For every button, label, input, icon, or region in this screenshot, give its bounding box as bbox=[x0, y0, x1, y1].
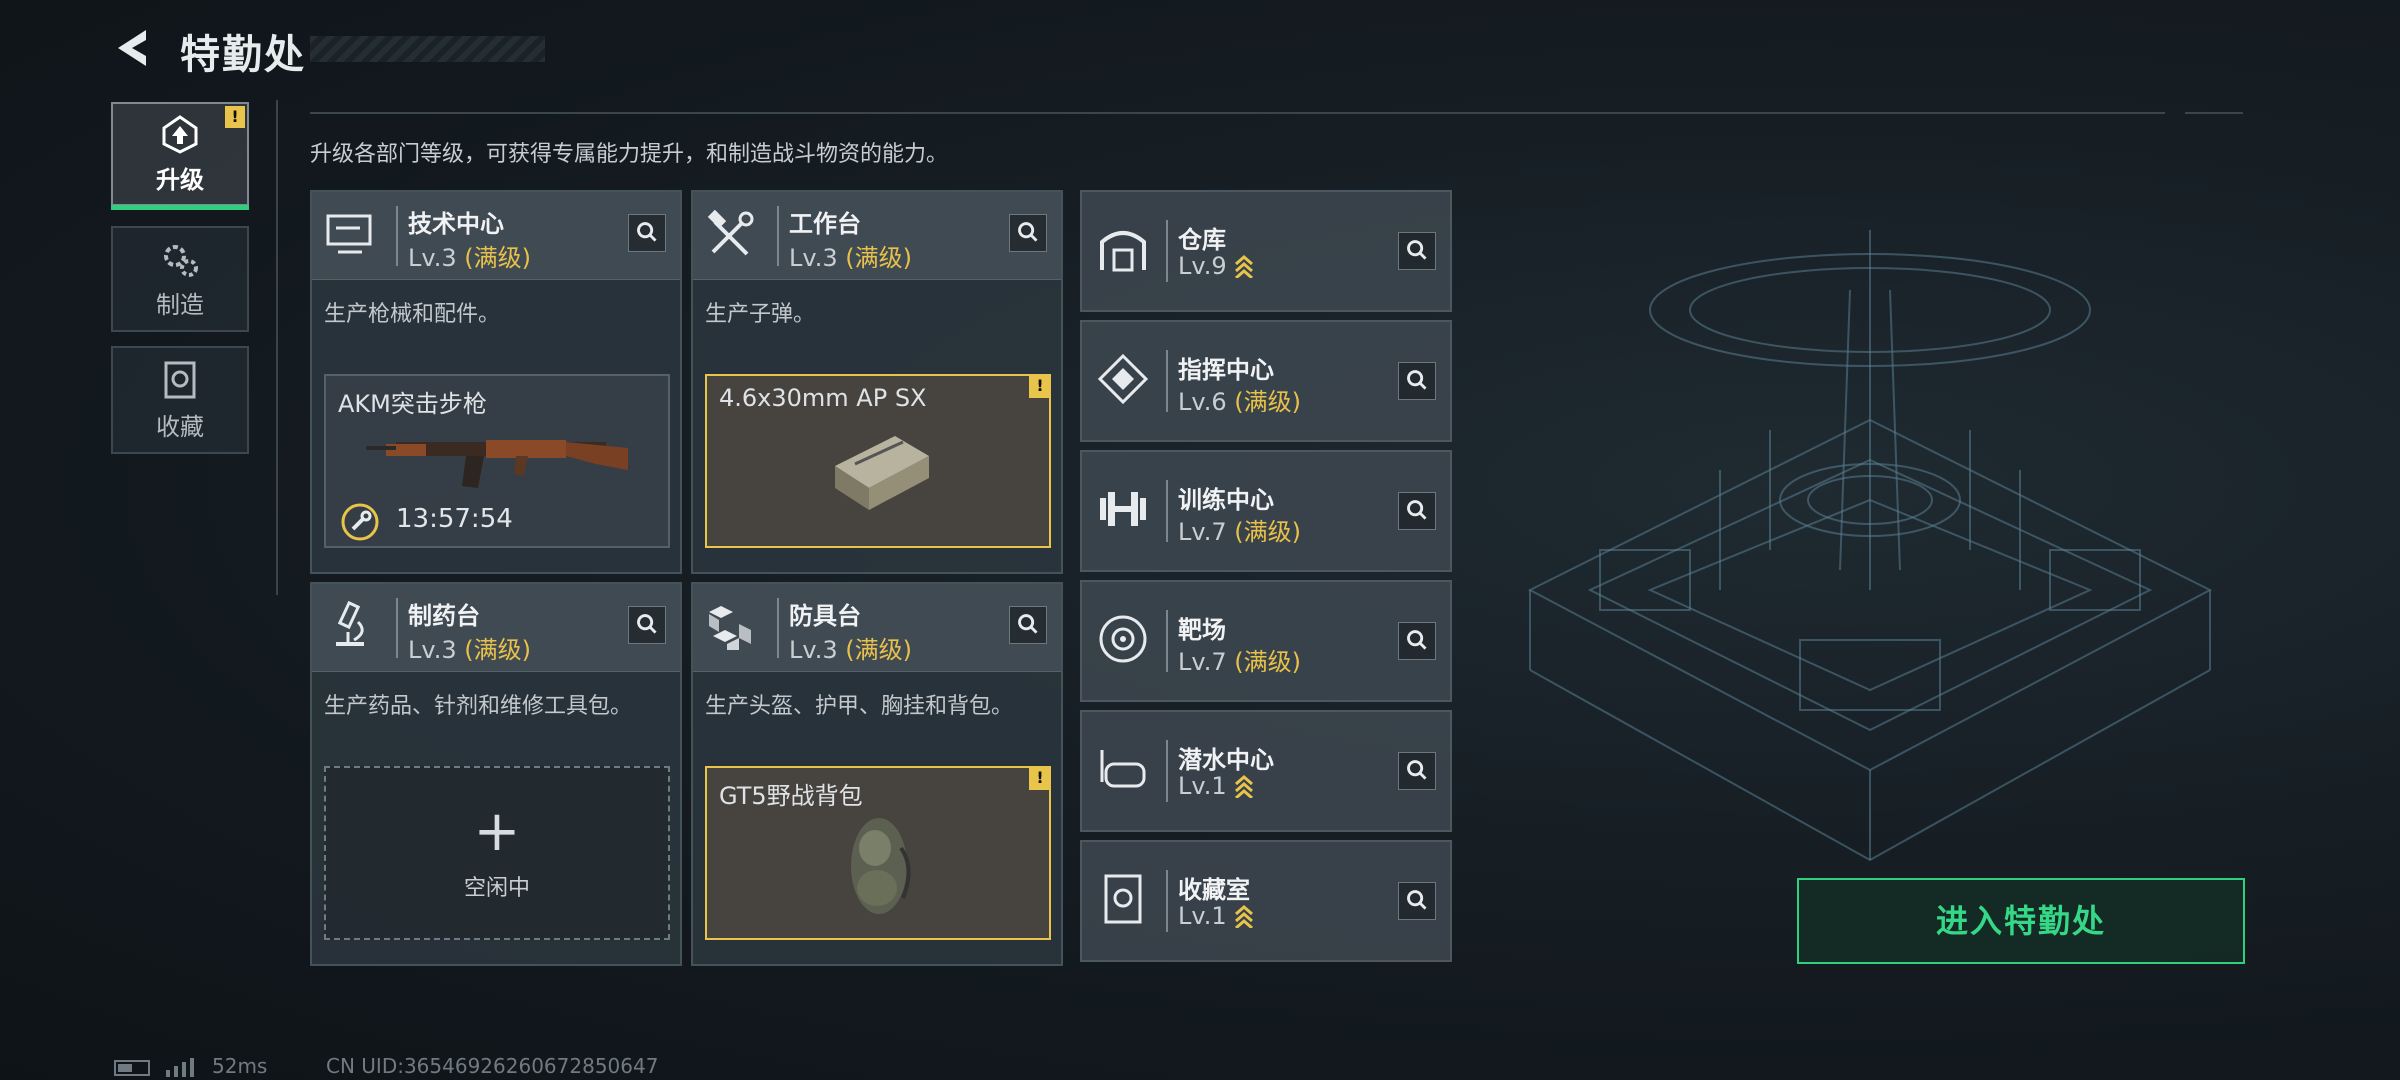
collection-room-icon bbox=[1104, 874, 1142, 924]
card-level: Lv.1 bbox=[1178, 902, 1254, 930]
slot-alert-badge: ! bbox=[1029, 374, 1051, 398]
tab-craft[interactable]: 制造 bbox=[111, 226, 249, 332]
tab-label: 制造 bbox=[156, 290, 204, 319]
collection-icon bbox=[164, 361, 196, 398]
card-level: Lv.3 (满级) bbox=[789, 636, 912, 664]
dumbbell-icon bbox=[1100, 492, 1146, 526]
search-icon[interactable] bbox=[1398, 752, 1436, 790]
card-header: 防具台 Lv.3 (满级) bbox=[693, 584, 1061, 672]
card-description: 生产头盔、护甲、胸挂和背包。 bbox=[705, 694, 1014, 719]
search-icon[interactable] bbox=[1398, 492, 1436, 530]
card-title: 工作台 bbox=[789, 210, 861, 238]
search-icon[interactable] bbox=[1398, 362, 1436, 400]
slot-item-name: GT5野战背包 bbox=[719, 782, 863, 810]
card-level: Lv.7 (满级) bbox=[1178, 648, 1301, 676]
card-title: 训练中心 bbox=[1178, 486, 1274, 514]
enter-special-ops-button[interactable]: 进入特勤处 bbox=[1797, 878, 2245, 964]
page-title: 特勤处 bbox=[180, 32, 306, 78]
card-title: 仓库 bbox=[1178, 226, 1226, 254]
slot-item-name: AKM突击步枪 bbox=[338, 390, 487, 418]
card-title: 靶场 bbox=[1178, 616, 1226, 644]
card-description: 生产药品、针剂和维修工具包。 bbox=[324, 694, 633, 719]
gears-icon bbox=[164, 244, 198, 277]
card-level: Lv.1 bbox=[1178, 772, 1254, 800]
wrench-timer-icon bbox=[341, 503, 379, 541]
tools-icon bbox=[707, 209, 754, 256]
search-icon[interactable] bbox=[628, 606, 666, 644]
production-slot[interactable]: ! GT5野战背包 bbox=[705, 766, 1051, 940]
title-decoration bbox=[310, 36, 545, 62]
tab-label: 收藏 bbox=[156, 412, 204, 441]
card-level: Lv.7 (满级) bbox=[1178, 518, 1301, 546]
card-level: Lv.3 (满级) bbox=[789, 244, 912, 272]
card-diving-center[interactable]: 潜水中心 Lv.1 bbox=[1080, 710, 1452, 832]
tab-upgrade[interactable]: ! 升级 bbox=[111, 102, 249, 210]
add-icon: + bbox=[473, 799, 521, 864]
back-arrow-icon[interactable] bbox=[112, 26, 154, 70]
battery-signal-icon bbox=[114, 1058, 194, 1077]
page-description: 升级各部门等级，可获得专属能力提升，和制造战斗物资的能力。 bbox=[310, 142, 949, 167]
search-icon[interactable] bbox=[628, 214, 666, 252]
search-icon[interactable] bbox=[1398, 232, 1436, 270]
rifle-image bbox=[366, 440, 628, 488]
card-title: 收藏室 bbox=[1178, 876, 1250, 904]
production-slot[interactable]: AKM突击步枪 13:57:54 bbox=[324, 374, 670, 548]
tab-label: 升级 bbox=[156, 165, 204, 194]
warehouse-icon bbox=[1100, 231, 1146, 272]
cubes-icon bbox=[709, 606, 751, 650]
computer-icon bbox=[326, 214, 372, 254]
card-title: 制药台 bbox=[408, 602, 480, 630]
card-shooting-range[interactable]: 靶场 Lv.7 (满级) bbox=[1080, 580, 1452, 702]
backpack-image bbox=[851, 818, 911, 914]
card-collection-room[interactable]: 收藏室 Lv.1 bbox=[1080, 840, 1452, 962]
card-title: 指挥中心 bbox=[1178, 356, 1274, 384]
card-description: 生产枪械和配件。 bbox=[324, 302, 501, 327]
slot-item-name: 4.6x30mm AP SX bbox=[719, 384, 927, 412]
card-title: 防具台 bbox=[789, 602, 861, 630]
search-icon[interactable] bbox=[1009, 214, 1047, 252]
microscope-icon bbox=[336, 600, 364, 646]
card-level: Lv.9 bbox=[1178, 252, 1254, 280]
card-level: Lv.6 (满级) bbox=[1178, 388, 1301, 416]
target-icon bbox=[1099, 615, 1147, 663]
card-pharmacy[interactable]: 制药台 Lv.3 (满级) 生产药品、针剂和维修工具包。 + 空闲中 bbox=[310, 582, 682, 966]
card-warehouse[interactable]: 仓库 Lv.9 bbox=[1080, 190, 1452, 312]
ping-label: 52ms bbox=[212, 1054, 268, 1078]
upgrade-icon bbox=[162, 114, 198, 154]
idle-label: 空闲中 bbox=[463, 876, 530, 901]
card-tech-center[interactable]: 技术中心 Lv.3 (满级) 生产枪械和配件。 AKM突击步枪 13:57:54 bbox=[310, 190, 682, 574]
empty-production-slot[interactable]: + 空闲中 bbox=[324, 766, 670, 940]
uid-label: CN UID:36546926260672850647 bbox=[326, 1054, 659, 1078]
search-icon[interactable] bbox=[1009, 606, 1047, 644]
divider bbox=[2185, 112, 2243, 114]
card-command-center[interactable]: 指挥中心 Lv.6 (满级) bbox=[1080, 320, 1452, 442]
divider bbox=[276, 100, 278, 595]
card-title: 潜水中心 bbox=[1178, 746, 1274, 774]
card-title: 技术中心 bbox=[408, 210, 504, 238]
card-header: 技术中心 Lv.3 (满级) bbox=[312, 192, 680, 280]
card-training-center[interactable]: 训练中心 Lv.7 (满级) bbox=[1080, 450, 1452, 572]
card-header: 工作台 Lv.3 (满级) bbox=[693, 192, 1061, 280]
upgrade-chevrons-icon bbox=[1235, 775, 1254, 800]
ammo-box-image bbox=[835, 436, 929, 510]
card-workbench[interactable]: 工作台 Lv.3 (满级) 生产子弹。 ! 4.6x30mm AP SX bbox=[691, 190, 1063, 574]
production-timer: 13:57:54 bbox=[396, 504, 513, 534]
card-level: Lv.3 (满级) bbox=[408, 636, 531, 664]
production-slot[interactable]: ! 4.6x30mm AP SX bbox=[705, 374, 1051, 548]
tab-alert-badge: ! bbox=[225, 106, 245, 128]
special-ops-hologram bbox=[1527, 230, 2213, 862]
search-icon[interactable] bbox=[1398, 622, 1436, 660]
command-center-icon bbox=[1097, 353, 1149, 405]
slot-alert-badge: ! bbox=[1029, 766, 1051, 790]
upgrade-chevrons-icon bbox=[1235, 905, 1254, 930]
card-description: 生产子弹。 bbox=[705, 302, 816, 327]
divider bbox=[310, 112, 2165, 114]
card-armor-bench[interactable]: 防具台 Lv.3 (满级) 生产头盔、护甲、胸挂和背包。 ! GT5野战背包 bbox=[691, 582, 1063, 966]
upgrade-chevrons-icon bbox=[1235, 255, 1254, 280]
tab-collection[interactable]: 收藏 bbox=[111, 346, 249, 454]
search-icon[interactable] bbox=[1398, 882, 1436, 920]
card-header: 制药台 Lv.3 (满级) bbox=[312, 584, 680, 672]
card-level: Lv.3 (满级) bbox=[408, 244, 531, 272]
diving-mask-icon bbox=[1100, 750, 1146, 788]
